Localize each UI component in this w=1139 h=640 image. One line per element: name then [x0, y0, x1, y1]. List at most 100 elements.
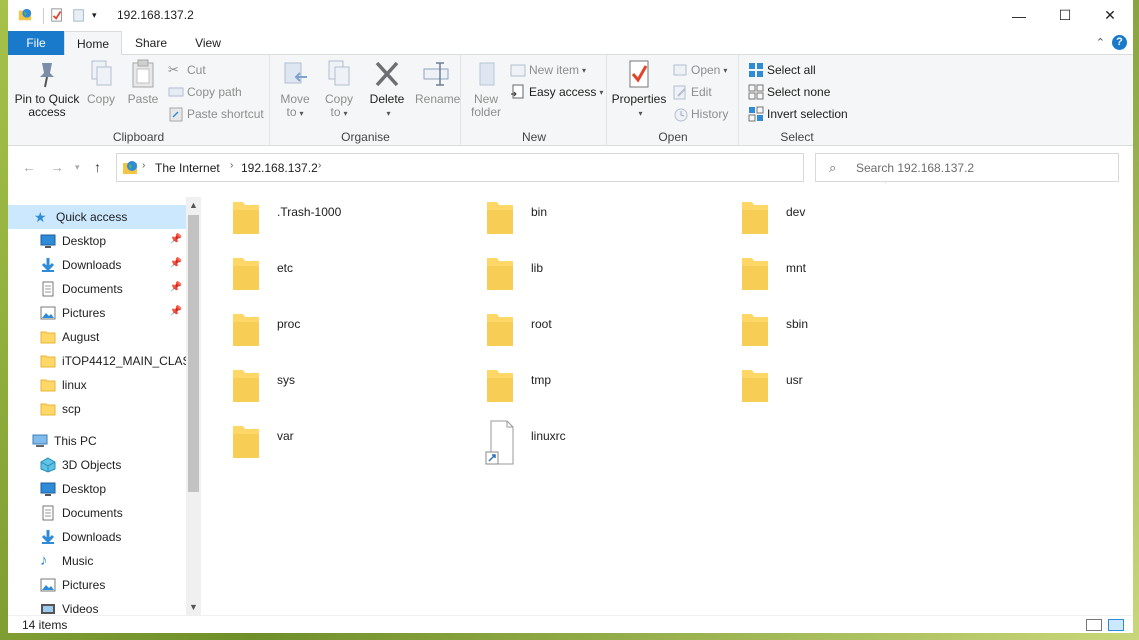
new-folder-button[interactable]: New folder: [466, 59, 506, 119]
new-item-button[interactable]: New item ▾: [510, 60, 586, 80]
file-item-lib[interactable]: lib: [455, 246, 685, 298]
explorer-app-icon[interactable]: [18, 8, 32, 22]
recent-locations-chevron-down-icon[interactable]: ▾: [75, 162, 80, 173]
sidebar-item-music[interactable]: ♪ Music: [8, 549, 186, 573]
pin-label-line1: Pin to Quick: [14, 92, 80, 106]
breadcrumb-separator[interactable]: ›: [142, 160, 145, 171]
copy-to-button[interactable]: Copy to ▾: [321, 59, 357, 120]
rename-button[interactable]: Rename: [415, 59, 461, 106]
scroll-down-chevron-icon[interactable]: ▼: [186, 602, 201, 612]
scissors-icon: ✂: [168, 62, 179, 77]
quick-toolbar-separator: [43, 8, 44, 24]
invert-selection-button[interactable]: Invert selection: [748, 104, 848, 124]
file-item-sys[interactable]: sys: [201, 358, 431, 410]
search-input[interactable]: Search 192.168.137.2: [856, 161, 974, 175]
pin-icon[interactable]: 📌: [170, 306, 182, 317]
edit-button[interactable]: Edit: [672, 82, 712, 102]
paste-shortcut-label: Paste shortcut: [187, 107, 264, 121]
new-item-icon: [510, 64, 526, 77]
file-item-etc[interactable]: etc: [201, 246, 431, 298]
download-arrow-icon: [41, 258, 55, 272]
sidebar-scrollbar[interactable]: ▲ ▼: [186, 197, 201, 615]
sidebar-item-this-pc[interactable]: This PC: [8, 429, 186, 453]
file-item-var[interactable]: var: [201, 414, 431, 466]
select-none-button[interactable]: Select none: [748, 82, 830, 102]
move-to-button[interactable]: Move to ▾: [277, 59, 313, 120]
properties-quick-icon[interactable]: [50, 8, 64, 22]
address-bar[interactable]: › The Internet › 192.168.137.2 › ▾ ↻: [116, 153, 905, 183]
copy-button[interactable]: Copy: [84, 59, 118, 106]
copy-path-button[interactable]: Copy path: [168, 82, 242, 102]
select-all-button[interactable]: Select all: [748, 60, 816, 80]
easy-access-icon: [511, 84, 524, 99]
file-item-linuxrc[interactable]: linuxrc: [455, 414, 685, 466]
breadcrumb-separator[interactable]: ›: [230, 160, 233, 171]
sidebar-item-desktop[interactable]: Desktop 📌: [8, 229, 186, 253]
breadcrumb-separator[interactable]: ›: [318, 160, 321, 171]
paste-button[interactable]: Paste: [126, 59, 160, 106]
file-name: usr: [786, 373, 803, 387]
scrollbar-thumb[interactable]: [188, 215, 199, 492]
file-item-usr[interactable]: usr: [710, 358, 940, 410]
easy-access-button[interactable]: Easy access ▾: [510, 82, 603, 102]
new-item-label: New item: [529, 63, 580, 77]
maximize-button[interactable]: ☐: [1042, 0, 1088, 31]
sidebar-item-documents[interactable]: Documents 📌: [8, 277, 186, 301]
file-item-proc[interactable]: proc: [201, 302, 431, 354]
pin-icon[interactable]: 📌: [170, 234, 182, 245]
pin-to-quick-access-button[interactable]: Pin to Quick access: [14, 59, 80, 119]
forward-arrow-icon[interactable]: →: [50, 159, 64, 175]
help-icon[interactable]: ?: [1112, 35, 1127, 50]
file-item-bin[interactable]: bin: [455, 190, 685, 242]
sidebar-item-pc-desktop[interactable]: Desktop: [8, 477, 186, 501]
paste-shortcut-button[interactable]: Paste shortcut: [168, 104, 264, 124]
sidebar-item-pc-pictures[interactable]: Pictures: [8, 573, 186, 597]
customize-toolbar-chevron-down-icon[interactable]: ▾: [92, 10, 106, 24]
pin-icon[interactable]: 📌: [170, 258, 182, 269]
pin-icon[interactable]: 📌: [170, 282, 182, 293]
tab-view[interactable]: View: [180, 31, 236, 55]
breadcrumb-the-internet[interactable]: The Internet: [155, 161, 220, 175]
sidebar-item-downloads[interactable]: Downloads 📌: [8, 253, 186, 277]
sidebar-item-videos[interactable]: Videos: [8, 597, 186, 615]
search-box[interactable]: ⌕ Search 192.168.137.2: [815, 153, 1119, 182]
close-button[interactable]: ✕: [1087, 0, 1133, 31]
sidebar-item-linux[interactable]: linux: [8, 373, 186, 397]
breadcrumb-host[interactable]: 192.168.137.2: [241, 161, 318, 175]
back-arrow-icon[interactable]: ←: [22, 159, 36, 175]
details-view-icon[interactable]: [1086, 619, 1102, 631]
file-item-sbin[interactable]: sbin: [710, 302, 940, 354]
cut-button[interactable]: ✂ Cut: [168, 60, 206, 80]
delete-button[interactable]: Delete ▾: [367, 59, 407, 120]
minimize-button[interactable]: —: [996, 0, 1042, 31]
select-all-icon: [749, 63, 763, 77]
tab-share[interactable]: Share: [122, 31, 180, 55]
file-item-root[interactable]: root: [455, 302, 685, 354]
file-name: sys: [277, 373, 295, 387]
invert-selection-icon: [748, 106, 764, 122]
tab-home[interactable]: Home: [64, 31, 122, 56]
sidebar-item-pc-documents[interactable]: Documents: [8, 501, 186, 525]
rename-label: Rename: [415, 92, 461, 106]
scroll-up-chevron-icon[interactable]: ▲: [186, 200, 201, 210]
collapse-ribbon-chevron-up-icon[interactable]: ⌃: [1096, 36, 1105, 49]
file-item-dev[interactable]: dev: [710, 190, 940, 242]
sidebar-item-august[interactable]: August: [8, 325, 186, 349]
new-folder-quick-icon[interactable]: [72, 8, 86, 22]
file-item-mnt[interactable]: mnt: [710, 246, 940, 298]
large-icons-view-icon[interactable]: [1108, 619, 1124, 631]
select-none-icon: [748, 84, 764, 100]
open-button[interactable]: Open ▾: [672, 60, 727, 80]
sidebar-item-pc-downloads[interactable]: Downloads: [8, 525, 186, 549]
sidebar-item-scp[interactable]: scp: [8, 397, 186, 421]
sidebar-item-itop4412[interactable]: iTOP4412_MAIN_CLASIC: [8, 349, 186, 373]
sidebar-item-pictures[interactable]: Pictures 📌: [8, 301, 186, 325]
up-arrow-icon[interactable]: ↑: [94, 159, 101, 175]
properties-button[interactable]: Properties ▾: [610, 59, 668, 120]
history-button[interactable]: History: [672, 104, 728, 124]
file-item-tmp[interactable]: tmp: [455, 358, 685, 410]
sidebar-item-quick-access[interactable]: ★ Quick access: [8, 205, 186, 229]
file-item-trash[interactable]: .Trash-1000: [201, 190, 431, 242]
tab-file[interactable]: File: [8, 31, 64, 55]
sidebar-item-3d-objects[interactable]: 3D Objects: [8, 453, 186, 477]
